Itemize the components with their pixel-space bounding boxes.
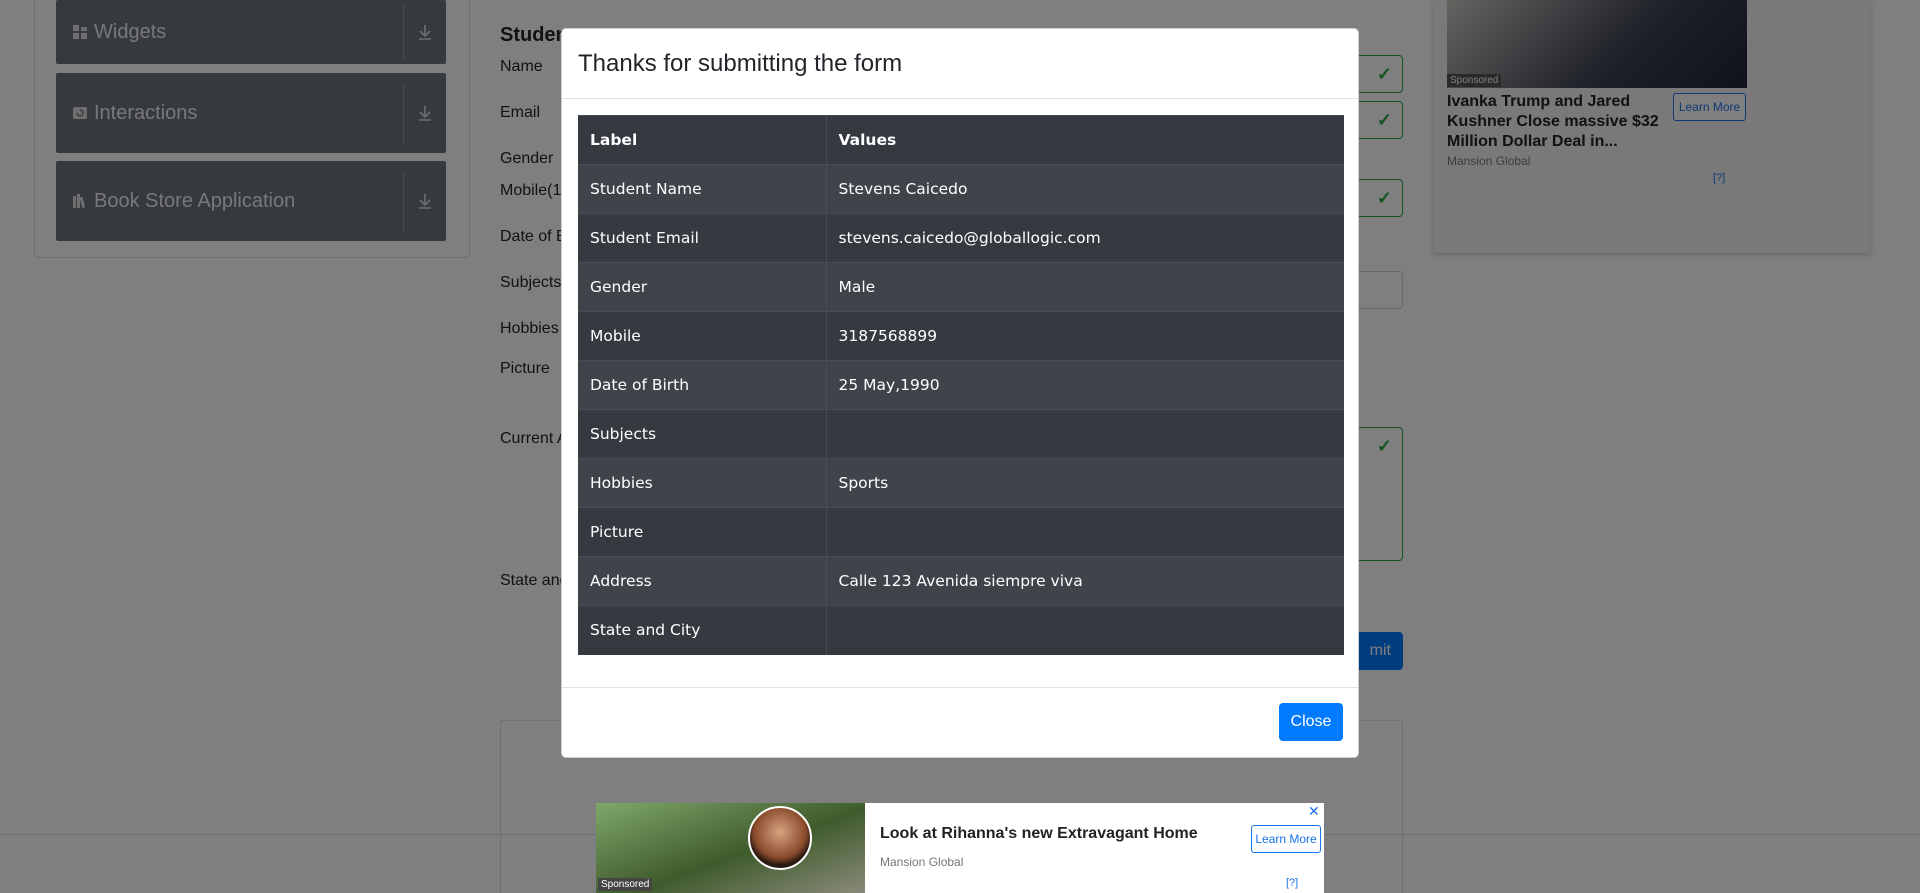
results-table: Label Values Student Name Stevens Caicedo… xyxy=(578,115,1344,655)
table-row: Date of Birth 25 May,1990 xyxy=(578,360,1344,410)
row-value: Stevens Caicedo xyxy=(826,164,1344,214)
column-header-label: Label xyxy=(578,115,827,165)
modal-body: Label Values Student Name Stevens Caicedo… xyxy=(562,99,1358,671)
row-value: Male xyxy=(826,262,1344,312)
row-value: 25 May,1990 xyxy=(826,360,1344,410)
row-label: Picture xyxy=(578,507,827,557)
row-label: Gender xyxy=(578,262,827,312)
table-row: Subjects xyxy=(578,409,1344,459)
adchoices-icon[interactable]: [?] xyxy=(1286,877,1298,889)
submission-modal: Thanks for submitting the form Label Val… xyxy=(561,28,1359,758)
table-row: Student Email stevens.caicedo@globallogic… xyxy=(578,213,1344,263)
row-label: Hobbies xyxy=(578,458,827,508)
ad-close-icon[interactable]: ✕ xyxy=(1308,803,1320,820)
table-row: Gender Male xyxy=(578,262,1344,312)
table-header-row: Label Values xyxy=(578,115,1344,165)
row-label: Date of Birth xyxy=(578,360,827,410)
table-row: State and City xyxy=(578,605,1344,655)
table-row: Mobile 3187568899 xyxy=(578,311,1344,361)
row-value: Calle 123 Avenida siempre viva xyxy=(826,556,1344,606)
table-row: Student Name Stevens Caicedo xyxy=(578,164,1344,214)
table-row: Hobbies Sports xyxy=(578,458,1344,508)
row-value xyxy=(826,605,1344,655)
table-row: Address Calle 123 Avenida siempre viva xyxy=(578,556,1344,606)
row-label: Address xyxy=(578,556,827,606)
modal-header: Thanks for submitting the form xyxy=(562,29,1358,99)
sponsored-ad-bottom[interactable]: Sponsored Look at Rihanna's new Extravag… xyxy=(596,803,1324,893)
ad-headline[interactable]: Look at Rihanna's new Extravagant Home xyxy=(880,825,1198,843)
column-header-values: Values xyxy=(826,115,1344,165)
ad-brand: Mansion Global xyxy=(880,855,964,869)
row-label: Mobile xyxy=(578,311,827,361)
table-row: Picture xyxy=(578,507,1344,557)
row-value xyxy=(826,409,1344,459)
row-label: Student Name xyxy=(578,164,827,214)
modal-title: Thanks for submitting the form xyxy=(578,49,903,77)
row-value: Sports xyxy=(826,458,1344,508)
ad-portrait xyxy=(748,806,812,870)
sponsored-badge: Sponsored xyxy=(598,878,653,891)
close-button[interactable]: Close xyxy=(1279,703,1343,741)
modal-footer: Close xyxy=(562,687,1358,758)
row-value xyxy=(826,507,1344,557)
row-value: 3187568899 xyxy=(826,311,1344,361)
row-label: Subjects xyxy=(578,409,827,459)
row-label: Student Email xyxy=(578,213,827,263)
row-value: stevens.caicedo@globallogic.com xyxy=(826,213,1344,263)
row-label: State and City xyxy=(578,605,827,655)
ad-learn-more-button[interactable]: Learn More xyxy=(1251,825,1321,853)
